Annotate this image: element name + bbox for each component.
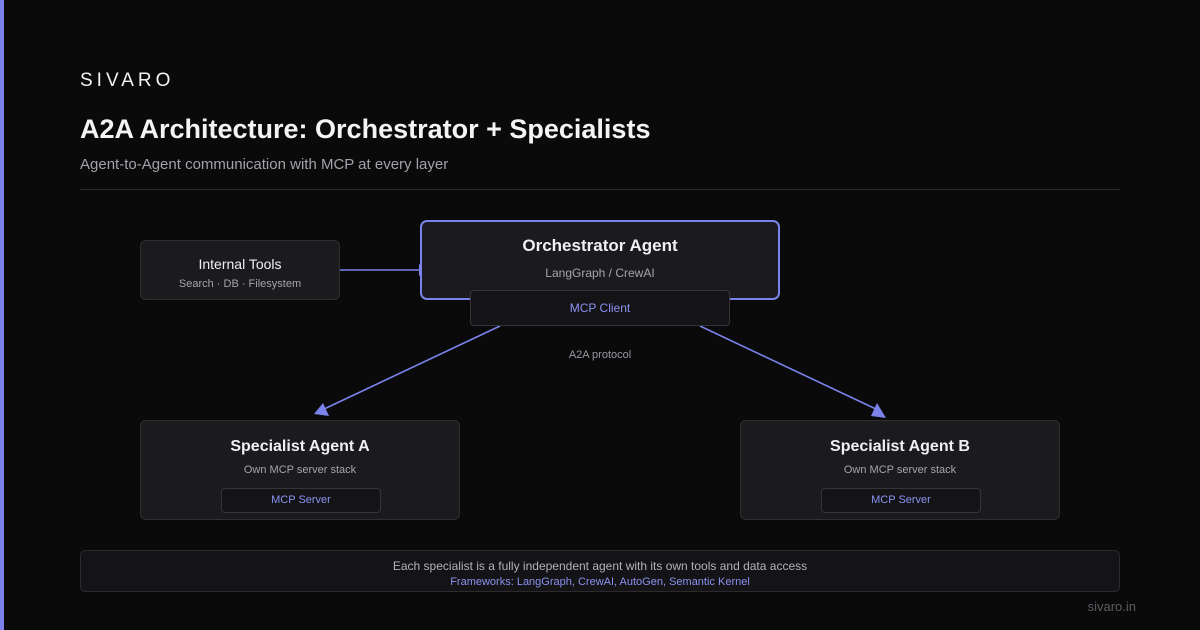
orchestrator-subtitle: LangGraph / CrewAI — [545, 266, 655, 280]
arrowhead-specialist-a-icon — [314, 403, 329, 416]
specialist-agent-a-node: Specialist Agent A Own MCP server stack … — [140, 420, 460, 520]
specialist-b-title: Specialist Agent B — [830, 438, 970, 455]
footer-frameworks: Frameworks: LangGraph, CrewAI, AutoGen, … — [450, 576, 750, 588]
brand-logo: SIVARO — [80, 70, 175, 91]
header-divider — [80, 189, 1120, 190]
specialist-agent-b-node: Specialist Agent B Own MCP server stack … — [740, 420, 1060, 520]
accent-bar — [0, 0, 4, 630]
specialist-a-mcp-server-badge: MCP Server — [221, 488, 381, 513]
arrowhead-specialist-b-icon — [871, 403, 886, 418]
specialist-a-title: Specialist Agent A — [230, 438, 370, 455]
site-url: sivaro.in — [1087, 599, 1136, 614]
mcp-client-badge: MCP Client — [470, 290, 730, 326]
page-subtitle: Agent-to-Agent communication with MCP at… — [80, 156, 449, 173]
orchestrator-title: Orchestrator Agent — [522, 236, 678, 255]
arrow-orchestrator-to-specialist-b — [699, 325, 879, 411]
internal-tools-title: Internal Tools — [198, 256, 282, 272]
arrow-orchestrator-to-specialist-a — [321, 325, 501, 411]
specialist-b-mcp-server-badge: MCP Server — [821, 488, 981, 513]
orchestrator-node: Orchestrator Agent LangGraph / CrewAI — [420, 220, 780, 300]
page-title: A2A Architecture: Orchestrator + Special… — [80, 114, 651, 144]
footer-description: Each specialist is a fully independent a… — [392, 559, 808, 573]
specialist-a-subtitle: Own MCP server stack — [243, 464, 357, 476]
specialist-b-subtitle: Own MCP server stack — [843, 464, 957, 476]
internal-tools-subtitle: Search · DB · Filesystem — [178, 278, 302, 290]
footer-note: Each specialist is a fully independent a… — [80, 550, 1120, 592]
internal-tools-node: Internal Tools Search · DB · Filesystem — [140, 240, 340, 300]
a2a-protocol-label: A2A protocol — [568, 349, 632, 361]
